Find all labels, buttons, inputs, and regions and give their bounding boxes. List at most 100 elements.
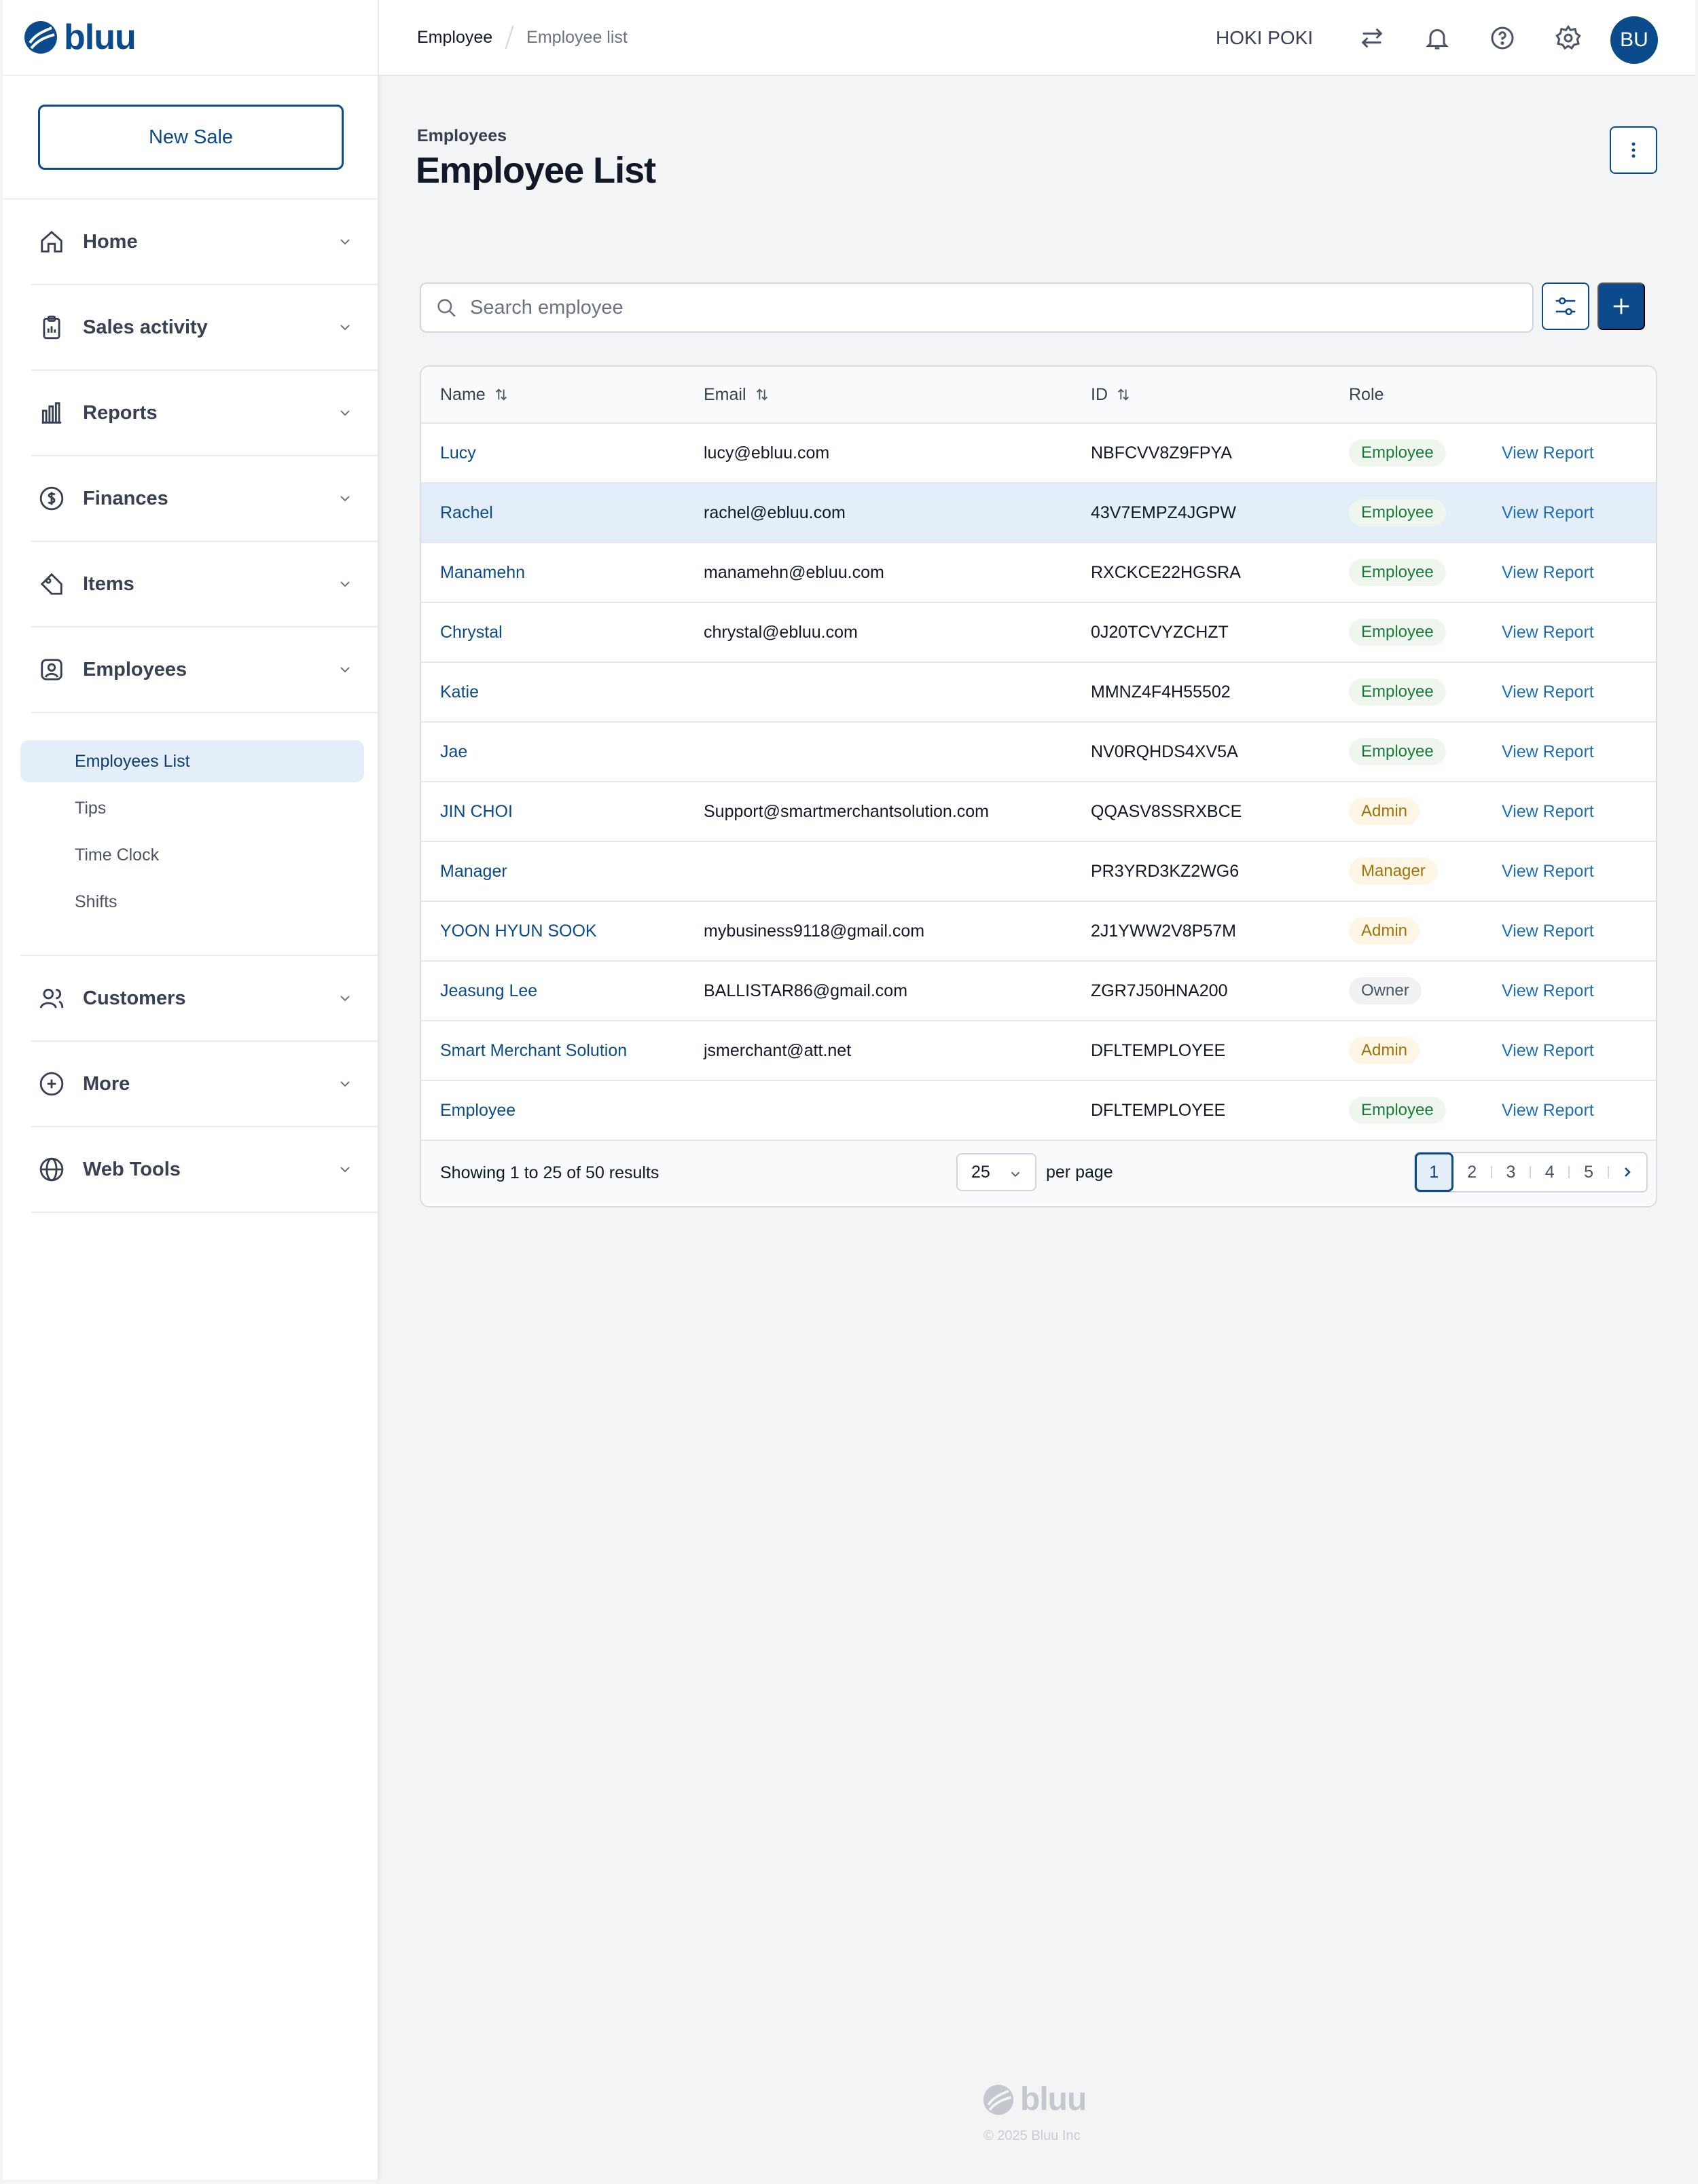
chevron-down-icon <box>340 581 350 587</box>
view-report-link[interactable]: View Report <box>1502 1041 1651 1061</box>
user-badge-icon <box>37 655 67 685</box>
more-options-button[interactable] <box>1610 126 1657 174</box>
table-row[interactable]: Manamehn manamehn@ebluu.com RXCKCE22HGSRA E… <box>421 543 1656 603</box>
sidebar-item-home[interactable]: Home <box>31 200 378 285</box>
view-report-link[interactable]: View Report <box>1502 802 1651 822</box>
page-button-3[interactable]: 3 <box>1492 1153 1530 1191</box>
role-cell: Admin <box>1349 1037 1502 1064</box>
table-row[interactable]: Lucy lucy@ebluu.com NBFCVV8Z9FPYA Employee V… <box>421 424 1656 484</box>
sidebar-item-reports[interactable]: Reports <box>31 371 378 456</box>
role-cell: Employee <box>1349 678 1502 706</box>
chevron-down-icon <box>340 1081 350 1087</box>
employee-name-link[interactable]: JIN CHOI <box>421 802 704 822</box>
page-button-4[interactable]: 4 <box>1531 1153 1568 1191</box>
view-report-link[interactable]: View Report <box>1502 443 1651 463</box>
settings-icon[interactable] <box>1555 24 1582 52</box>
table-row[interactable]: Manager PR3YRD3KZ2WG6 Manager View Report <box>421 842 1656 902</box>
table-row[interactable]: YOON HYUN SOOK mybusiness9118@gmail.com 2J… <box>421 902 1656 962</box>
logo-area: bluu <box>3 0 378 76</box>
employee-name-link[interactable]: YOON HYUN SOOK <box>421 922 704 941</box>
column-id[interactable]: ID <box>1091 385 1349 405</box>
role-cell: Employee <box>1349 738 1502 765</box>
sidebar-item-label: Sales activity <box>83 316 208 338</box>
per-page-select[interactable]: 25 <box>956 1153 1036 1191</box>
employee-email: jsmerchant@att.net <box>704 1040 852 1060</box>
dollar-icon <box>37 484 67 513</box>
table-row[interactable]: Katie MMNZ4F4H55502 Employee View Report <box>421 663 1656 723</box>
view-report-link[interactable]: View Report <box>1502 682 1651 702</box>
sidebar-item-employees[interactable]: Employees <box>31 627 378 713</box>
footer-logo: bluu <box>982 2081 1087 2118</box>
view-report-link[interactable]: View Report <box>1502 503 1651 523</box>
column-email[interactable]: Email <box>704 385 1091 405</box>
help-icon[interactable] <box>1489 24 1516 52</box>
employee-email: BALLISTAR86@gmail.com <box>704 981 908 1000</box>
table-row[interactable]: Rachel rachel@ebluu.com 43V7EMPZ4JGPW Emplo… <box>421 484 1656 543</box>
view-report-link[interactable]: View Report <box>1502 1101 1651 1121</box>
view-report-link[interactable]: View Report <box>1502 742 1651 762</box>
sidebar-item-items[interactable]: Items <box>31 542 378 627</box>
table-row[interactable]: Jae NV0RQHDS4XV5A Employee View Report <box>421 723 1656 782</box>
transfer-icon[interactable] <box>1358 24 1386 52</box>
globe-icon <box>37 1154 67 1184</box>
role-cell: Owner <box>1349 977 1502 1004</box>
sidebar-item-more[interactable]: More <box>31 1042 378 1127</box>
top-header: Employee Employee list HOKI POKI BU <box>379 0 1695 76</box>
subnav-item-time-clock[interactable]: Time Clock <box>20 834 364 876</box>
table-row[interactable]: Jeasung Lee BALLISTAR86@gmail.com ZGR7J50H… <box>421 962 1656 1021</box>
role-badge: Admin <box>1349 917 1420 945</box>
column-label: ID <box>1091 384 1108 404</box>
kebab-icon <box>1631 142 1636 158</box>
table-header: Name Email ID Role <box>421 367 1656 424</box>
sidebar-item-finances[interactable]: Finances <box>31 456 378 542</box>
sidebar-item-label: Customers <box>83 987 186 1009</box>
bell-icon[interactable] <box>1424 24 1451 52</box>
subnav-item-employees-list[interactable]: Employees List <box>20 740 364 782</box>
employee-name-link[interactable]: Lucy <box>421 443 704 463</box>
next-page-button[interactable] <box>1609 1153 1646 1191</box>
table-row[interactable]: Employee DFLTEMPLOYEE Employee View Report <box>421 1081 1656 1141</box>
add-employee-button[interactable] <box>1597 283 1645 330</box>
employee-name-link[interactable]: Rachel <box>421 503 704 523</box>
breadcrumb-employee[interactable]: Employee <box>417 28 492 48</box>
employee-name-link[interactable]: Employee <box>421 1101 704 1121</box>
employee-name-link[interactable]: Chrystal <box>421 623 704 642</box>
page-button-2[interactable]: 2 <box>1453 1153 1491 1191</box>
sidebar-item-sales-activity[interactable]: Sales activity <box>31 285 378 371</box>
avatar[interactable]: BU <box>1610 16 1658 64</box>
view-report-link[interactable]: View Report <box>1502 623 1651 642</box>
employee-name-link[interactable]: Manamehn <box>421 563 704 583</box>
page-button-5[interactable]: 5 <box>1570 1153 1607 1191</box>
view-report-link[interactable]: View Report <box>1502 563 1651 583</box>
column-name[interactable]: Name <box>421 385 704 405</box>
employee-name-link[interactable]: Jae <box>421 742 704 762</box>
filter-button[interactable] <box>1542 283 1589 330</box>
table-row[interactable]: JIN CHOI Support@smartmerchantsolution.co… <box>421 782 1656 842</box>
search-input[interactable] <box>470 296 1489 319</box>
subnav-item-tips[interactable]: Tips <box>20 787 364 829</box>
view-report-link[interactable]: View Report <box>1502 922 1651 941</box>
view-report-link[interactable]: View Report <box>1502 981 1651 1001</box>
subnav-item-shifts[interactable]: Shifts <box>20 881 364 923</box>
bluu-logo[interactable]: bluu <box>23 17 137 58</box>
employee-id: DFLTEMPLOYEE <box>1091 1040 1226 1060</box>
sidebar-item-label: Items <box>83 572 134 595</box>
store-name[interactable]: HOKI POKI <box>1216 27 1313 49</box>
employee-name-link[interactable]: Smart Merchant Solution <box>421 1041 704 1061</box>
sidebar-item-web-tools[interactable]: Web Tools <box>31 1127 378 1213</box>
table-row[interactable]: Smart Merchant Solution jsmerchant@att.ne… <box>421 1021 1656 1081</box>
employee-name-link[interactable]: Manager <box>421 862 704 881</box>
search-icon <box>437 299 456 317</box>
table-row[interactable]: Chrystal chrystal@ebluu.com 0J20TCVYZCHZT E… <box>421 603 1656 663</box>
chevron-down-icon <box>340 996 350 1002</box>
breadcrumb-employee-list: Employee list <box>526 27 628 47</box>
employee-name-link[interactable]: Jeasung Lee <box>421 981 704 1001</box>
employees-subnav: Employees List Tips Time Clock Shifts <box>20 713 378 956</box>
page-button-1[interactable]: 1 <box>1415 1152 1453 1192</box>
new-sale-button[interactable]: New Sale <box>38 105 344 170</box>
sidebar-item-customers[interactable]: Customers <box>31 956 378 1042</box>
sort-icon <box>1118 388 1129 401</box>
sliders-icon <box>1555 297 1576 316</box>
view-report-link[interactable]: View Report <box>1502 862 1651 881</box>
employee-name-link[interactable]: Katie <box>421 682 704 702</box>
